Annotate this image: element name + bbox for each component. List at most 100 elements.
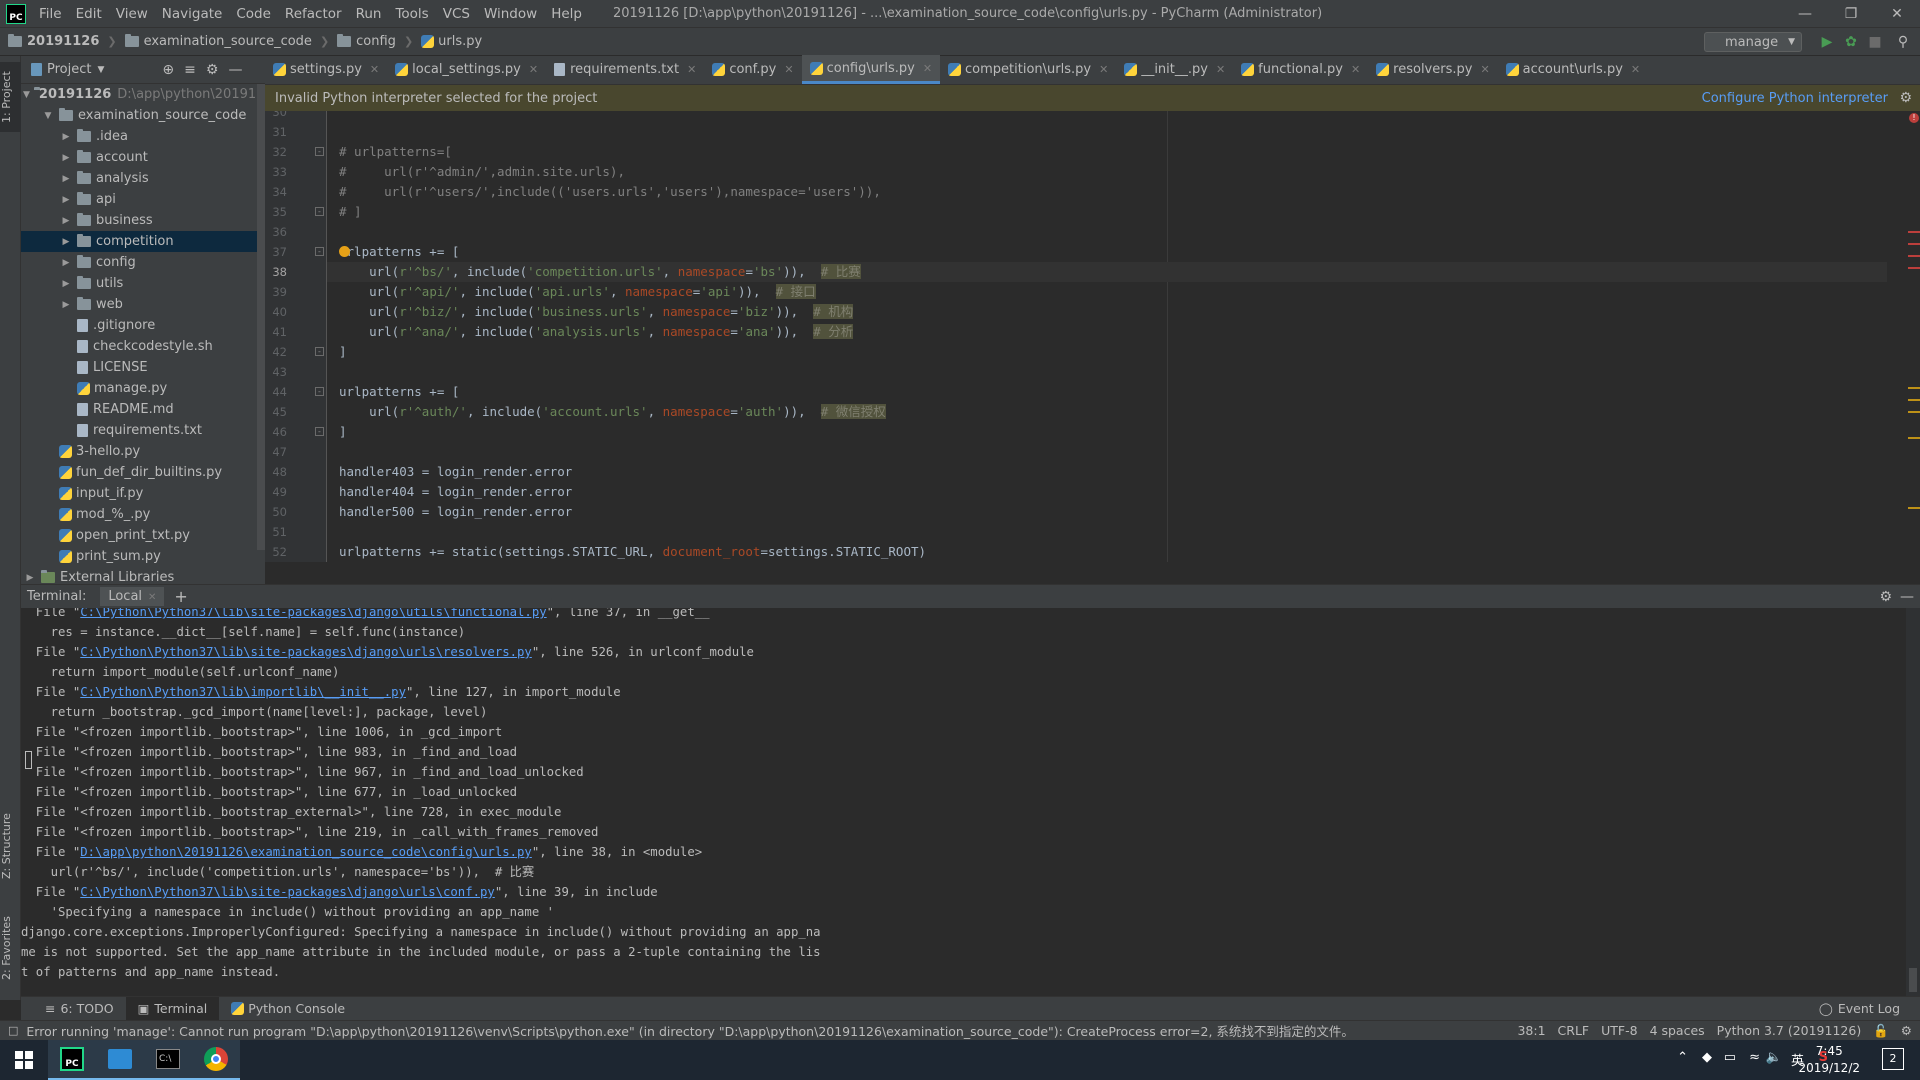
tree-item[interactable]: ▶ analysis [21, 168, 265, 189]
lock-icon[interactable]: 🔓 [1873, 1023, 1889, 1039]
warning-marker[interactable] [1908, 507, 1920, 509]
code-line[interactable]: # ] [327, 202, 1887, 222]
file-explorer-taskbar-icon[interactable] [96, 1040, 144, 1080]
close-tab-icon[interactable]: ✕ [1216, 63, 1225, 76]
traceback-file-link[interactable]: C:\Python\Python37\lib\site-packages\dja… [80, 608, 546, 619]
warning-marker[interactable] [1908, 437, 1920, 439]
tree-item[interactable]: README.md [21, 399, 265, 420]
close-tab-icon[interactable]: ✕ [370, 63, 379, 76]
debug-icon[interactable]: ✿ [1842, 33, 1860, 51]
code-line[interactable]: handler500 = login_render.error [327, 502, 1887, 522]
tree-item[interactable]: requirements.txt [21, 420, 265, 441]
editor-tab[interactable]: resolvers.py ✕ [1368, 55, 1498, 84]
event-log-tab[interactable]: ◯ Event Log [1807, 997, 1912, 1021]
hide-panel-icon[interactable]: — [1900, 589, 1914, 605]
caret-position[interactable]: 38:1 [1517, 1023, 1545, 1038]
editor-tab[interactable]: local_settings.py ✕ [387, 55, 546, 84]
code-line[interactable]: ] [327, 422, 1887, 442]
tree-item[interactable]: open_print_txt.py [21, 525, 265, 546]
tray-chevron-icon[interactable]: ⌃ [1677, 1050, 1688, 1065]
close-tab-icon[interactable]: ✕ [687, 63, 696, 76]
terminal-output[interactable]: File "C:\Python\Python37\lib\site-packag… [21, 608, 1920, 996]
menu-item-vcs[interactable]: VCS [436, 0, 477, 28]
code-line[interactable]: handler403 = login_render.error [327, 462, 1887, 482]
menu-item-run[interactable]: Run [349, 0, 389, 28]
fold-toggle-icon[interactable]: - [315, 387, 324, 396]
line-number[interactable]: 46 [265, 422, 287, 442]
breadcrumb-project[interactable]: 20191126 ❯ [0, 34, 117, 49]
locate-icon[interactable]: ⊕ [162, 62, 174, 78]
editor-tab[interactable]: __init__.py ✕ [1116, 55, 1233, 84]
menu-item-navigate[interactable]: Navigate [155, 0, 230, 28]
tree-root[interactable]: ▼ 20191126 D:\app\python\20191126 [21, 84, 281, 105]
editor-scrollbar[interactable]: ! [1906, 111, 1920, 562]
code-line[interactable]: url(r'^auth/', include('account.urls', n… [327, 402, 1887, 422]
collapse-all-icon[interactable]: ≡ [184, 62, 196, 78]
editor-tab[interactable]: account\urls.py ✕ [1498, 55, 1648, 84]
collapse-arrow-icon[interactable]: ▶ [59, 300, 73, 310]
chevron-down-icon[interactable]: ▼ [97, 65, 104, 75]
tree-item[interactable]: ▶ business [21, 210, 265, 231]
line-number[interactable]: 38 [265, 262, 287, 282]
code-line[interactable] [327, 111, 1887, 122]
menu-item-view[interactable]: View [109, 0, 155, 28]
menu-item-tools[interactable]: Tools [388, 0, 435, 28]
traceback-file-link[interactable]: C:\Python\Python37\lib\site-packages\dja… [80, 885, 495, 899]
line-number[interactable]: 37 [265, 242, 287, 262]
expand-arrow-icon[interactable]: ▼ [41, 111, 55, 121]
line-number[interactable]: 34 [265, 182, 287, 202]
run-icon[interactable]: ▶ [1818, 33, 1836, 51]
tree-item[interactable]: fun_def_dir_builtins.py [21, 462, 265, 483]
code-line[interactable]: ] [327, 342, 1887, 362]
code-line[interactable]: url(r'^api/', include('api.urls', namesp… [327, 282, 1887, 302]
line-number[interactable]: 51 [265, 522, 287, 542]
error-marker[interactable] [1908, 231, 1920, 233]
tree-scrollbar[interactable] [257, 84, 265, 550]
structure-tool-tab[interactable]: Z: Structure [0, 804, 21, 888]
project-view-select[interactable]: Project [47, 62, 91, 77]
close-tab-icon[interactable]: ✕ [1099, 63, 1108, 76]
project-tool-tab[interactable]: 1: Project [0, 62, 21, 132]
traceback-file-link[interactable]: D:\app\python\20191126\examination_sourc… [80, 845, 532, 859]
line-number[interactable]: 47 [265, 442, 287, 462]
restore-icon[interactable]: ❐ [1828, 0, 1874, 28]
code-line[interactable] [327, 362, 1887, 382]
breadcrumb-file[interactable]: urls.py [413, 34, 482, 49]
menu-item-code[interactable]: Code [229, 0, 278, 28]
editor-tab[interactable]: conf.py ✕ [704, 55, 801, 84]
line-number[interactable]: 48 [265, 462, 287, 482]
code-line[interactable]: url(r'^ana/', include('analysis.urls', n… [327, 322, 1887, 342]
close-icon[interactable]: ✕ [148, 592, 156, 603]
cmd-taskbar-icon[interactable]: C:\ [144, 1040, 192, 1080]
tree-item[interactable]: 3-hello.py [21, 441, 265, 462]
qq-tray-icon[interactable]: ◆ [1702, 1050, 1712, 1065]
code-line[interactable]: urlpatterns += static(settings.STATIC_UR… [327, 542, 1887, 562]
fold-toggle-icon[interactable]: - [315, 427, 324, 436]
line-number[interactable]: 50 [265, 502, 287, 522]
favorites-tool-tab[interactable]: 2: Favorites [0, 906, 21, 990]
line-number[interactable]: 43 [265, 362, 287, 382]
scroll-thumb[interactable] [1909, 968, 1917, 992]
terminal-tab[interactable]: ▣ Terminal [125, 996, 220, 1021]
warning-marker[interactable] [1908, 387, 1920, 389]
gear-icon[interactable]: ⚙ [1899, 90, 1912, 106]
fold-toggle-icon[interactable]: - [315, 147, 324, 156]
line-number[interactable]: 41 [265, 322, 287, 342]
error-marker[interactable] [1908, 267, 1920, 269]
menu-item-help[interactable]: Help [544, 0, 589, 28]
tree-item[interactable]: ▶ .idea [21, 126, 265, 147]
line-number[interactable]: 30 [265, 111, 287, 122]
code-line[interactable]: url(r'^biz/', include('business.urls', n… [327, 302, 1887, 322]
error-marker[interactable] [1908, 243, 1920, 245]
system-clock[interactable]: 7:45 2019/12/2 [1798, 1043, 1860, 1077]
indent-setting[interactable]: 4 spaces [1650, 1023, 1705, 1038]
code-line[interactable]: # urlpatterns=[ [327, 142, 1887, 162]
collapse-arrow-icon[interactable]: ▶ [59, 132, 73, 142]
expand-arrow-icon[interactable]: ▼ [23, 90, 30, 100]
line-separator[interactable]: CRLF [1558, 1023, 1590, 1038]
tree-item[interactable]: print_sum.py [21, 546, 265, 567]
tree-item[interactable]: .gitignore [21, 315, 265, 336]
configure-interpreter-link[interactable]: Configure Python interpreter [1702, 91, 1888, 106]
collapse-arrow-icon[interactable]: ▶ [23, 573, 37, 583]
menu-item-file[interactable]: File [32, 0, 69, 28]
